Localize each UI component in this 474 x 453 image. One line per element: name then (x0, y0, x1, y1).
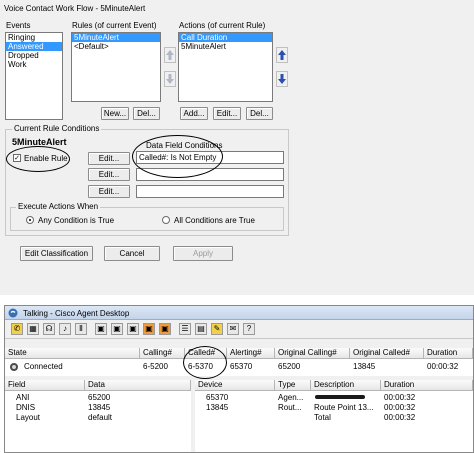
device-row2-type[interactable]: Rout... (275, 402, 302, 413)
redacted-description (315, 395, 365, 399)
agent-title: Talking - Cisco Agent Desktop (23, 309, 130, 318)
col-description[interactable]: Description (311, 380, 381, 391)
window-title: Voice Contact Work Flow - 5MinuteAlert (4, 4, 146, 13)
col-calling[interactable]: Calling# (140, 348, 185, 359)
phone-icon (8, 308, 18, 318)
events-item-work[interactable]: Work (6, 60, 62, 69)
any-condition-label: Any Condition is True (38, 216, 115, 225)
action-edit-button[interactable]: Edit... (213, 107, 241, 120)
rules-label: Rules (of current Event) (72, 21, 157, 30)
rules-list[interactable]: 5MinuteAlert <Default> (71, 32, 161, 102)
chat-icon[interactable]: ✉ (227, 323, 239, 335)
col-original-calling[interactable]: Original Calling# (275, 348, 350, 359)
col-state[interactable]: State (5, 348, 140, 359)
col-alerting[interactable]: Alerting# (227, 348, 275, 359)
col-device-duration[interactable]: Duration (381, 380, 473, 391)
events-list[interactable]: Ringing Answered Dropped Work (5, 32, 63, 120)
agent-state-icon-3[interactable]: ▣ (127, 323, 139, 335)
agent-titlebar: Talking - Cisco Agent Desktop (5, 306, 473, 320)
dialpad-icon[interactable]: ▦ (27, 323, 39, 335)
annotation-circle-enable (6, 146, 70, 172)
any-condition-radio[interactable] (26, 216, 34, 224)
field-name-layout: Layout (16, 413, 41, 422)
col-data[interactable]: Data (85, 380, 191, 391)
condition-field-3[interactable] (136, 185, 284, 198)
condition-edit-button-2[interactable]: Edit... (88, 168, 130, 181)
grid-view-icon[interactable]: ▤ (195, 323, 207, 335)
events-item-answered[interactable]: Answered (6, 42, 62, 51)
device-row2-device[interactable]: 13845 (203, 402, 228, 413)
col-original-called[interactable]: Original Called# (350, 348, 424, 359)
condition-edit-button-1[interactable]: Edit... (88, 152, 130, 165)
arrow-up-icon (278, 50, 286, 60)
agent-state-icon-5[interactable]: ▣ (159, 323, 171, 335)
arrow-down-icon (278, 74, 286, 84)
edit-classification-button[interactable]: Edit Classification (20, 246, 93, 261)
rule-delete-button[interactable]: Del... (133, 107, 160, 120)
rules-item-5minutealert[interactable]: 5MinuteAlert (72, 33, 160, 42)
agent-toolbar: ✆ ▦ ☊ ♪ Ⅱ ▣ ▣ ▣ ▣ ▣ ☰ ▤ ✎ ✉ ? (5, 321, 473, 339)
call-calling[interactable]: 6-5200 (140, 361, 168, 372)
device-total-label: Total (314, 413, 331, 422)
call-state[interactable]: Connected (21, 361, 63, 372)
ready-state-icon[interactable]: ✆ (11, 323, 23, 335)
all-conditions-label: All Conditions are True (174, 216, 255, 225)
arrow-down-icon (166, 74, 174, 84)
agent-state-icon-2[interactable]: ▣ (111, 323, 123, 335)
help-icon[interactable]: ? (243, 323, 255, 335)
action-add-button[interactable]: Add... (180, 107, 208, 120)
cancel-button[interactable]: Cancel (104, 246, 160, 261)
action-move-up-button[interactable] (276, 47, 288, 63)
conference-icon[interactable]: ☊ (43, 323, 55, 335)
col-field[interactable]: Field (5, 380, 85, 391)
device-total-duration: 00:00:32 (384, 413, 416, 422)
rule-move-up-button[interactable] (164, 47, 176, 63)
all-conditions-radio[interactable] (162, 216, 170, 224)
call-duration[interactable]: 00:00:32 (424, 361, 458, 372)
annotation-circle-called (183, 346, 227, 379)
workflow-dialog: Voice Contact Work Flow - 5MinuteAlert E… (0, 0, 474, 295)
col-duration[interactable]: Duration (424, 348, 473, 359)
arrow-up-icon (166, 50, 174, 60)
actions-item-5minutealert[interactable]: 5MinuteAlert (179, 42, 272, 51)
rule-new-button[interactable]: New... (101, 107, 129, 120)
call-alerting[interactable]: 65370 (227, 361, 252, 372)
connected-call-icon (10, 363, 18, 371)
current-rule-conditions-label: Current Rule Conditions (12, 124, 102, 133)
actions-item-call-duration[interactable]: Call Duration (179, 33, 272, 42)
actions-list[interactable]: Call Duration 5MinuteAlert (178, 32, 273, 102)
transfer-icon[interactable]: ♪ (59, 323, 71, 335)
call-original-calling[interactable]: 65200 (275, 361, 300, 372)
list-view-icon[interactable]: ☰ (179, 323, 191, 335)
annotation-circle-condition (132, 135, 223, 178)
execute-actions-label: Execute Actions When (16, 202, 101, 211)
actions-label: Actions (of current Rule) (179, 21, 266, 30)
hold-icon[interactable]: Ⅱ (75, 323, 87, 335)
action-move-down-button[interactable] (276, 71, 288, 87)
agent-desktop-window: Talking - Cisco Agent Desktop ✆ ▦ ☊ ♪ Ⅱ … (4, 305, 474, 453)
condition-edit-button-3[interactable]: Edit... (88, 185, 130, 198)
events-label: Events (6, 21, 31, 30)
field-value-layout: default (88, 413, 113, 422)
col-device[interactable]: Device (195, 380, 275, 391)
events-item-ringing[interactable]: Ringing (6, 33, 62, 42)
agent-state-icon-4[interactable]: ▣ (143, 323, 155, 335)
events-item-dropped[interactable]: Dropped (6, 51, 62, 60)
rules-item-default[interactable]: <Default> (72, 42, 160, 51)
apply-button[interactable]: Apply (173, 246, 233, 261)
col-type[interactable]: Type (275, 380, 311, 391)
agent-state-icon-1[interactable]: ▣ (95, 323, 107, 335)
action-delete-button[interactable]: Del... (246, 107, 273, 120)
call-original-called[interactable]: 13845 (350, 361, 375, 372)
tools-icon[interactable]: ✎ (211, 323, 223, 335)
rule-move-down-button[interactable] (164, 71, 176, 87)
